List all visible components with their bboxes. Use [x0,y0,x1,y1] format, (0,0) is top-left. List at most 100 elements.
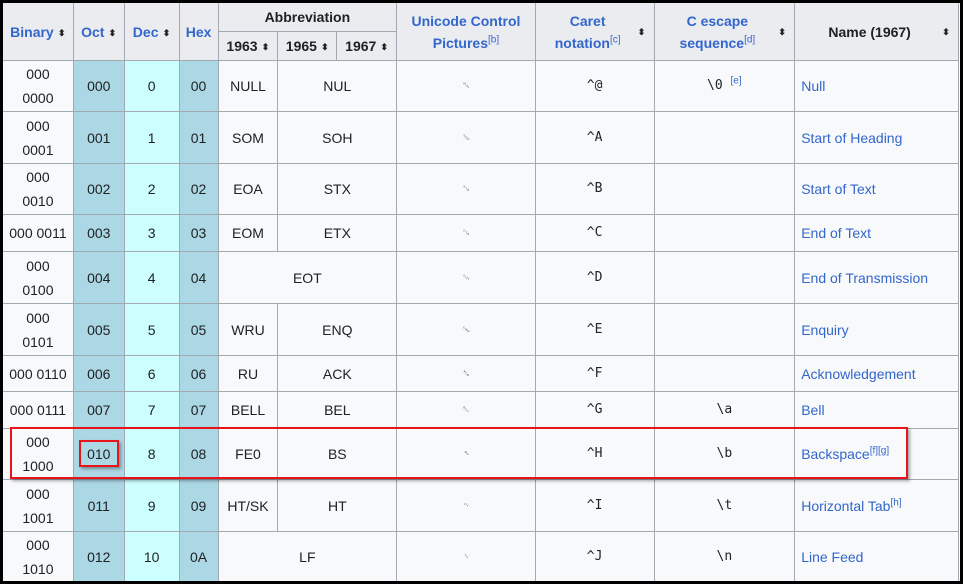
cell-hex: 08 [178,428,219,480]
sort-icon[interactable]: ⬍ [778,27,786,36]
table-row: 000 1010 012 10 0A LF ␊ ^J \n Line Feed [3,531,959,581]
cell-abbr-1963: SOM [217,111,279,164]
cell-name-link[interactable]: Null [794,60,959,112]
cell-name-link[interactable]: Line Feed [794,531,959,581]
cell-caret: ^E [534,303,655,356]
header-unicode-control-pictures[interactable]: Unicode Control Pictures[b] [396,3,536,61]
cell-c-escape: \a [653,391,796,429]
sort-icon[interactable]: ⬍ [162,28,171,37]
control-picture-icon: ␇ [396,391,536,429]
cell-caret: ^I [534,479,655,532]
cell-name-link[interactable]: Horizontal Tab[h] [794,479,959,532]
cell-oct: 002 [72,163,125,215]
footnote-ref[interactable]: [b] [488,34,499,45]
cell-name-link[interactable]: Enquiry [794,303,959,356]
control-picture-icon: ␄ [396,251,536,304]
header-hex[interactable]: Hex [178,3,219,61]
cell-hex: 05 [178,303,219,356]
cell-oct: 000 [72,60,125,112]
table-row: 000 0010 002 2 02 EOA STX ␂ ^B Start of Text [3,163,959,215]
cell-hex: 0A [178,531,219,581]
header-1965[interactable]: 1965 ⬍ [277,31,338,61]
cell-oct: 004 [72,251,125,304]
cell-dec: 8 [123,428,180,480]
cell-dec: 1 [123,111,180,164]
cell-caret: ^D [534,251,655,304]
footnote-ref[interactable]: [h] [890,497,901,508]
ascii-control-table: Binary ⬍ Oct ⬍ Dec ⬍ Hex Abbreviation Unico… [3,3,959,581]
cell-hex: 06 [178,355,219,392]
sort-icon[interactable]: ⬍ [942,27,950,36]
cell-binary: 000 1000 [3,428,74,480]
cell-caret: ^B [534,163,655,215]
control-picture-icon: ␁ [396,111,536,164]
cell-oct: 005 [72,303,125,356]
control-picture-icon: ␃ [396,214,536,252]
header-c-escape-sequence[interactable]: C escape sequence[d] ⬍ [653,3,796,61]
cell-hex: 07 [178,391,219,429]
table-row: 000 0100 004 4 04 EOT ␄ ^D End of Transmission [3,251,959,304]
header-oct[interactable]: Oct ⬍ [72,3,125,61]
control-picture-icon: ␆ [396,355,536,392]
footnote-ref[interactable]: [f][g] [870,445,889,456]
cell-name-link[interactable]: Start of Heading [794,111,959,164]
cell-dec: 3 [123,214,180,252]
cell-name-link[interactable]: Backspace[f][g] [794,428,959,480]
sort-icon[interactable]: ⬍ [321,43,329,52]
cell-abbr-1965-1967: NUL [277,60,398,112]
cell-oct: 010 [72,428,125,480]
control-picture-icon: ␂ [396,163,536,215]
cell-oct: 011 [72,479,125,532]
cell-binary: 000 1001 [3,479,74,532]
cell-c-escape [653,303,796,356]
cell-dec: 7 [123,391,180,429]
cell-abbr-1965-1967: ETX [277,214,398,252]
cell-binary: 000 0000 [3,60,74,112]
header-1967[interactable]: 1967 ⬍ [336,31,398,61]
table-row: 000 1001 011 9 09 HT/SK HT ␉ ^I \t Horizontal Tab[… [3,479,959,532]
cell-abbr-1965-1967: BS [277,428,398,480]
cell-c-escape [653,355,796,392]
table-row: 000 0001 001 1 01 SOM SOH ␁ ^A Start of Heading [3,111,959,164]
cell-abbr-1963: FE0 [217,428,279,480]
sort-icon[interactable]: ⬍ [58,28,66,37]
cell-caret: ^A [534,111,655,164]
cell-oct: 007 [72,391,125,429]
cell-name-link[interactable]: Start of Text [794,163,959,215]
cell-dec: 0 [123,60,180,112]
table-row: 000 0101 005 5 05 WRU ENQ ␅ ^E Enquiry [3,303,959,356]
cell-name-link[interactable]: End of Transmission [794,251,959,304]
cell-binary: 000 0100 [3,251,74,304]
cell-hex: 03 [178,214,219,252]
cell-binary: 000 0110 [3,355,74,392]
cell-abbr-1963: EOA [217,163,279,215]
cell-oct: 003 [72,214,125,252]
sort-icon[interactable]: ⬍ [262,43,270,52]
cell-dec: 4 [123,251,180,304]
control-picture-icon: ␉ [396,479,536,532]
table-row: 000 0011 003 3 03 EOM ETX ␃ ^C End of Text [3,214,959,252]
cell-name-link[interactable]: Acknowledgement [794,355,959,392]
sort-icon[interactable]: ⬍ [108,28,117,37]
sort-icon[interactable]: ⬍ [638,27,646,36]
cell-binary: 000 0010 [3,163,74,215]
header-name-1967[interactable]: Name (1967) ⬍ [794,3,959,61]
footnote-ref[interactable]: [c] [610,34,621,45]
footnote-ref[interactable]: [d] [744,34,755,45]
header-binary[interactable]: Binary ⬍ [3,3,74,61]
cell-hex: 04 [178,251,219,304]
cell-abbr-1963: NULL [217,60,279,112]
cell-dec: 9 [123,479,180,532]
cell-abbr-1963: RU [217,355,279,392]
table-row: 000 1000 010 8 08 FE0 BS ␈ ^H \b Backspace[f][g] [3,428,959,480]
sort-icon[interactable]: ⬍ [380,43,389,52]
cell-name-link[interactable]: Bell [794,391,959,429]
header-1963[interactable]: 1963 ⬍ [217,31,279,61]
cell-abbr-1963: HT/SK [217,479,279,532]
cell-caret: ^G [534,391,655,429]
header-caret-notation[interactable]: Caret notation[c] ⬍ [534,3,655,61]
cell-abbr-1963: BELL [217,391,279,429]
footnote-ref[interactable]: [e] [731,76,742,87]
header-dec[interactable]: Dec ⬍ [123,3,180,61]
cell-name-link[interactable]: End of Text [794,214,959,252]
